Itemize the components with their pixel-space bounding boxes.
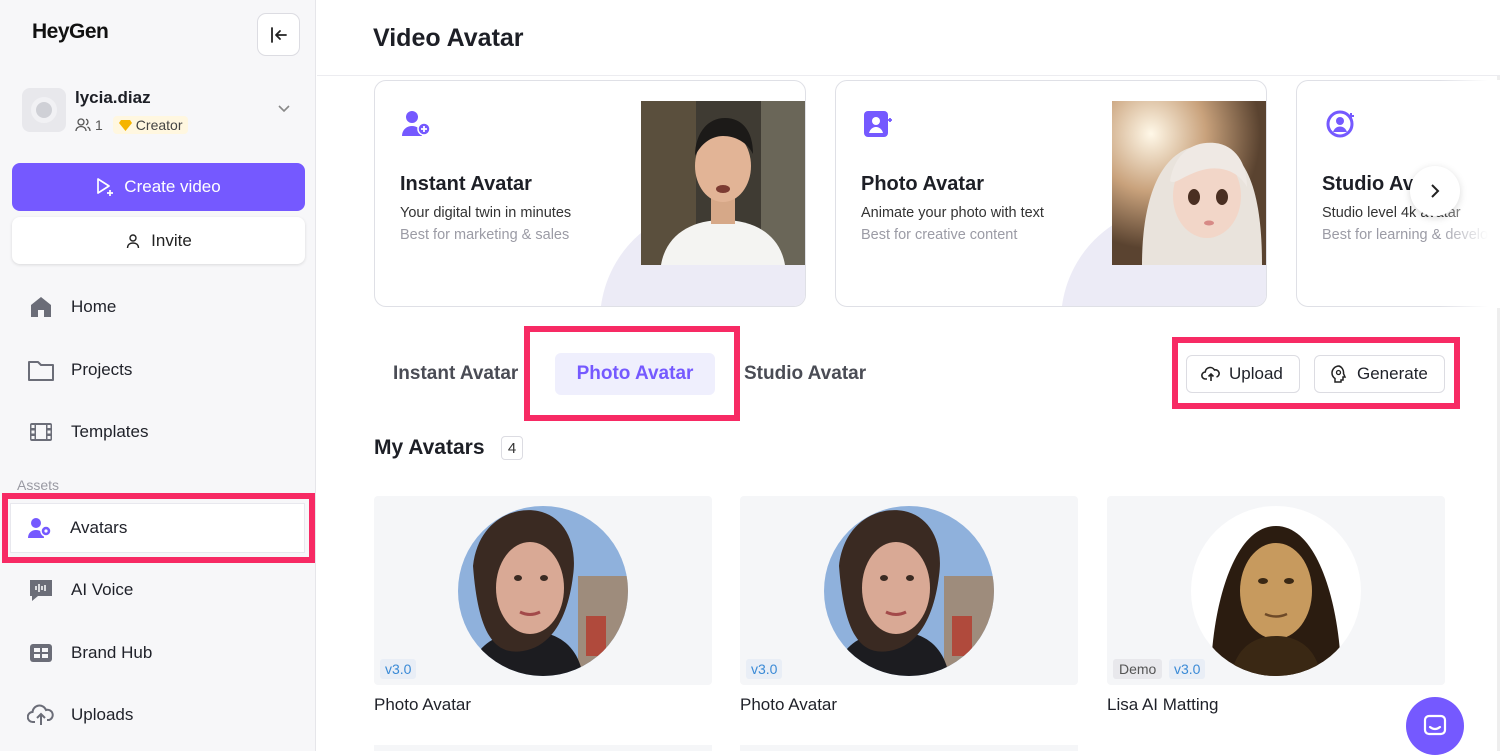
instant-avatar-icon <box>402 111 431 136</box>
sidebar-item-label: Uploads <box>71 705 134 724</box>
instant-avatar-preview-image <box>641 101 805 265</box>
carousel-next-button[interactable] <box>1410 166 1460 216</box>
avatar-thumbnail <box>1191 506 1361 676</box>
avatar-tile-name[interactable]: Lisa AI Matting <box>1107 695 1219 715</box>
account-switcher[interactable]: lycia.diaz 1 Creator <box>22 86 302 134</box>
support-chat-button[interactable] <box>1406 697 1464 755</box>
sidebar-item-label: Home <box>71 297 117 316</box>
avatar-tile[interactable]: v3.0 <box>740 496 1078 685</box>
highlight-box-upload-generate <box>1172 337 1460 409</box>
card-title: Instant Avatar <box>400 173 532 195</box>
avatar-tile-peek <box>740 745 1078 751</box>
avatar-count-badge: 4 <box>501 436 523 460</box>
create-video-icon <box>97 178 114 196</box>
avatar-thumbnail <box>824 506 994 676</box>
card-subtitle: Best for creative content <box>861 227 1018 243</box>
version-badge: v3.0 <box>380 659 417 679</box>
photo-avatar-preview-image <box>1112 101 1266 265</box>
photo-avatar-icon <box>864 111 892 137</box>
person-icon <box>126 233 140 248</box>
avatar-tile-name[interactable]: Photo Avatar <box>740 695 837 715</box>
account-username: lycia.diaz <box>75 88 151 107</box>
tab-instant-avatar[interactable]: Instant Avatar <box>393 353 518 395</box>
sidebar-item-home[interactable]: Home <box>12 281 305 333</box>
voice-icon <box>27 576 55 604</box>
diamond-icon <box>118 119 132 131</box>
card-description: Your digital twin in minutes <box>400 205 572 221</box>
assets-section-label: Assets <box>17 477 60 493</box>
film-icon <box>27 418 55 446</box>
demo-badge: Demo <box>1113 659 1163 679</box>
card-title: Photo Avatar <box>861 173 984 195</box>
top-bar: Video Avatar <box>317 0 1500 76</box>
heygen-logo[interactable]: HeyGen <box>32 20 109 44</box>
collapse-sidebar-button[interactable] <box>257 13 300 56</box>
sidebar-item-ai-voice[interactable]: AI Voice <box>12 564 305 616</box>
folder-icon <box>27 356 55 384</box>
avatar-tile-peek <box>374 745 712 751</box>
create-video-label: Create video <box>124 177 221 196</box>
avatar-tile[interactable]: Demo v3.0 <box>1107 496 1445 685</box>
sidebar: HeyGen lycia.diaz 1 Creator Create video… <box>0 0 316 751</box>
invite-label: Invite <box>151 230 192 250</box>
collapse-left-icon <box>270 26 287 43</box>
version-badge: v3.0 <box>746 659 783 679</box>
card-subtitle: Best for marketing & sales <box>400 227 570 243</box>
highlight-box-avatars <box>2 493 315 563</box>
plan-badge: Creator <box>112 116 189 134</box>
sidebar-item-brand-hub[interactable]: Brand Hub <box>12 627 305 679</box>
sidebar-item-templates[interactable]: Templates <box>12 406 305 458</box>
sidebar-item-uploads[interactable]: Uploads <box>12 689 305 741</box>
chevron-down-icon <box>278 105 290 113</box>
tab-studio-avatar[interactable]: Studio Avatar <box>744 353 866 395</box>
upload-cloud-icon <box>27 701 55 729</box>
member-count: 1 <box>95 117 103 133</box>
sidebar-item-label: Projects <box>71 360 133 379</box>
chevron-right-icon <box>1431 184 1440 198</box>
highlight-box-photo-avatar-tab <box>524 326 740 421</box>
avatar-thumbnail <box>458 506 628 676</box>
home-icon <box>27 293 55 321</box>
members-icon <box>75 118 91 132</box>
card-instant-avatar[interactable]: Instant Avatar Your digital twin in minu… <box>374 80 806 307</box>
studio-avatar-icon <box>1326 110 1354 138</box>
sidebar-item-label: Brand Hub <box>71 643 153 662</box>
invite-button[interactable]: Invite <box>12 217 305 264</box>
chat-icon <box>1423 714 1447 736</box>
account-meta: 1 Creator <box>75 116 189 134</box>
version-badge: v3.0 <box>1169 659 1206 679</box>
page-title: Video Avatar <box>373 24 524 52</box>
create-video-button[interactable]: Create video <box>12 163 305 211</box>
sidebar-item-label: AI Voice <box>71 580 134 599</box>
my-avatars-title: My Avatars <box>374 436 485 459</box>
account-avatar <box>22 88 66 132</box>
brand-icon <box>27 639 55 667</box>
sidebar-item-label: Templates <box>71 422 149 441</box>
avatar-tile[interactable]: v3.0 <box>374 496 712 685</box>
avatar-tile-name[interactable]: Photo Avatar <box>374 695 471 715</box>
plan-label: Creator <box>135 117 183 133</box>
card-description: Animate your photo with text <box>861 205 1044 221</box>
card-photo-avatar[interactable]: Photo Avatar Animate your photo with tex… <box>835 80 1267 307</box>
sidebar-item-projects[interactable]: Projects <box>12 344 305 396</box>
